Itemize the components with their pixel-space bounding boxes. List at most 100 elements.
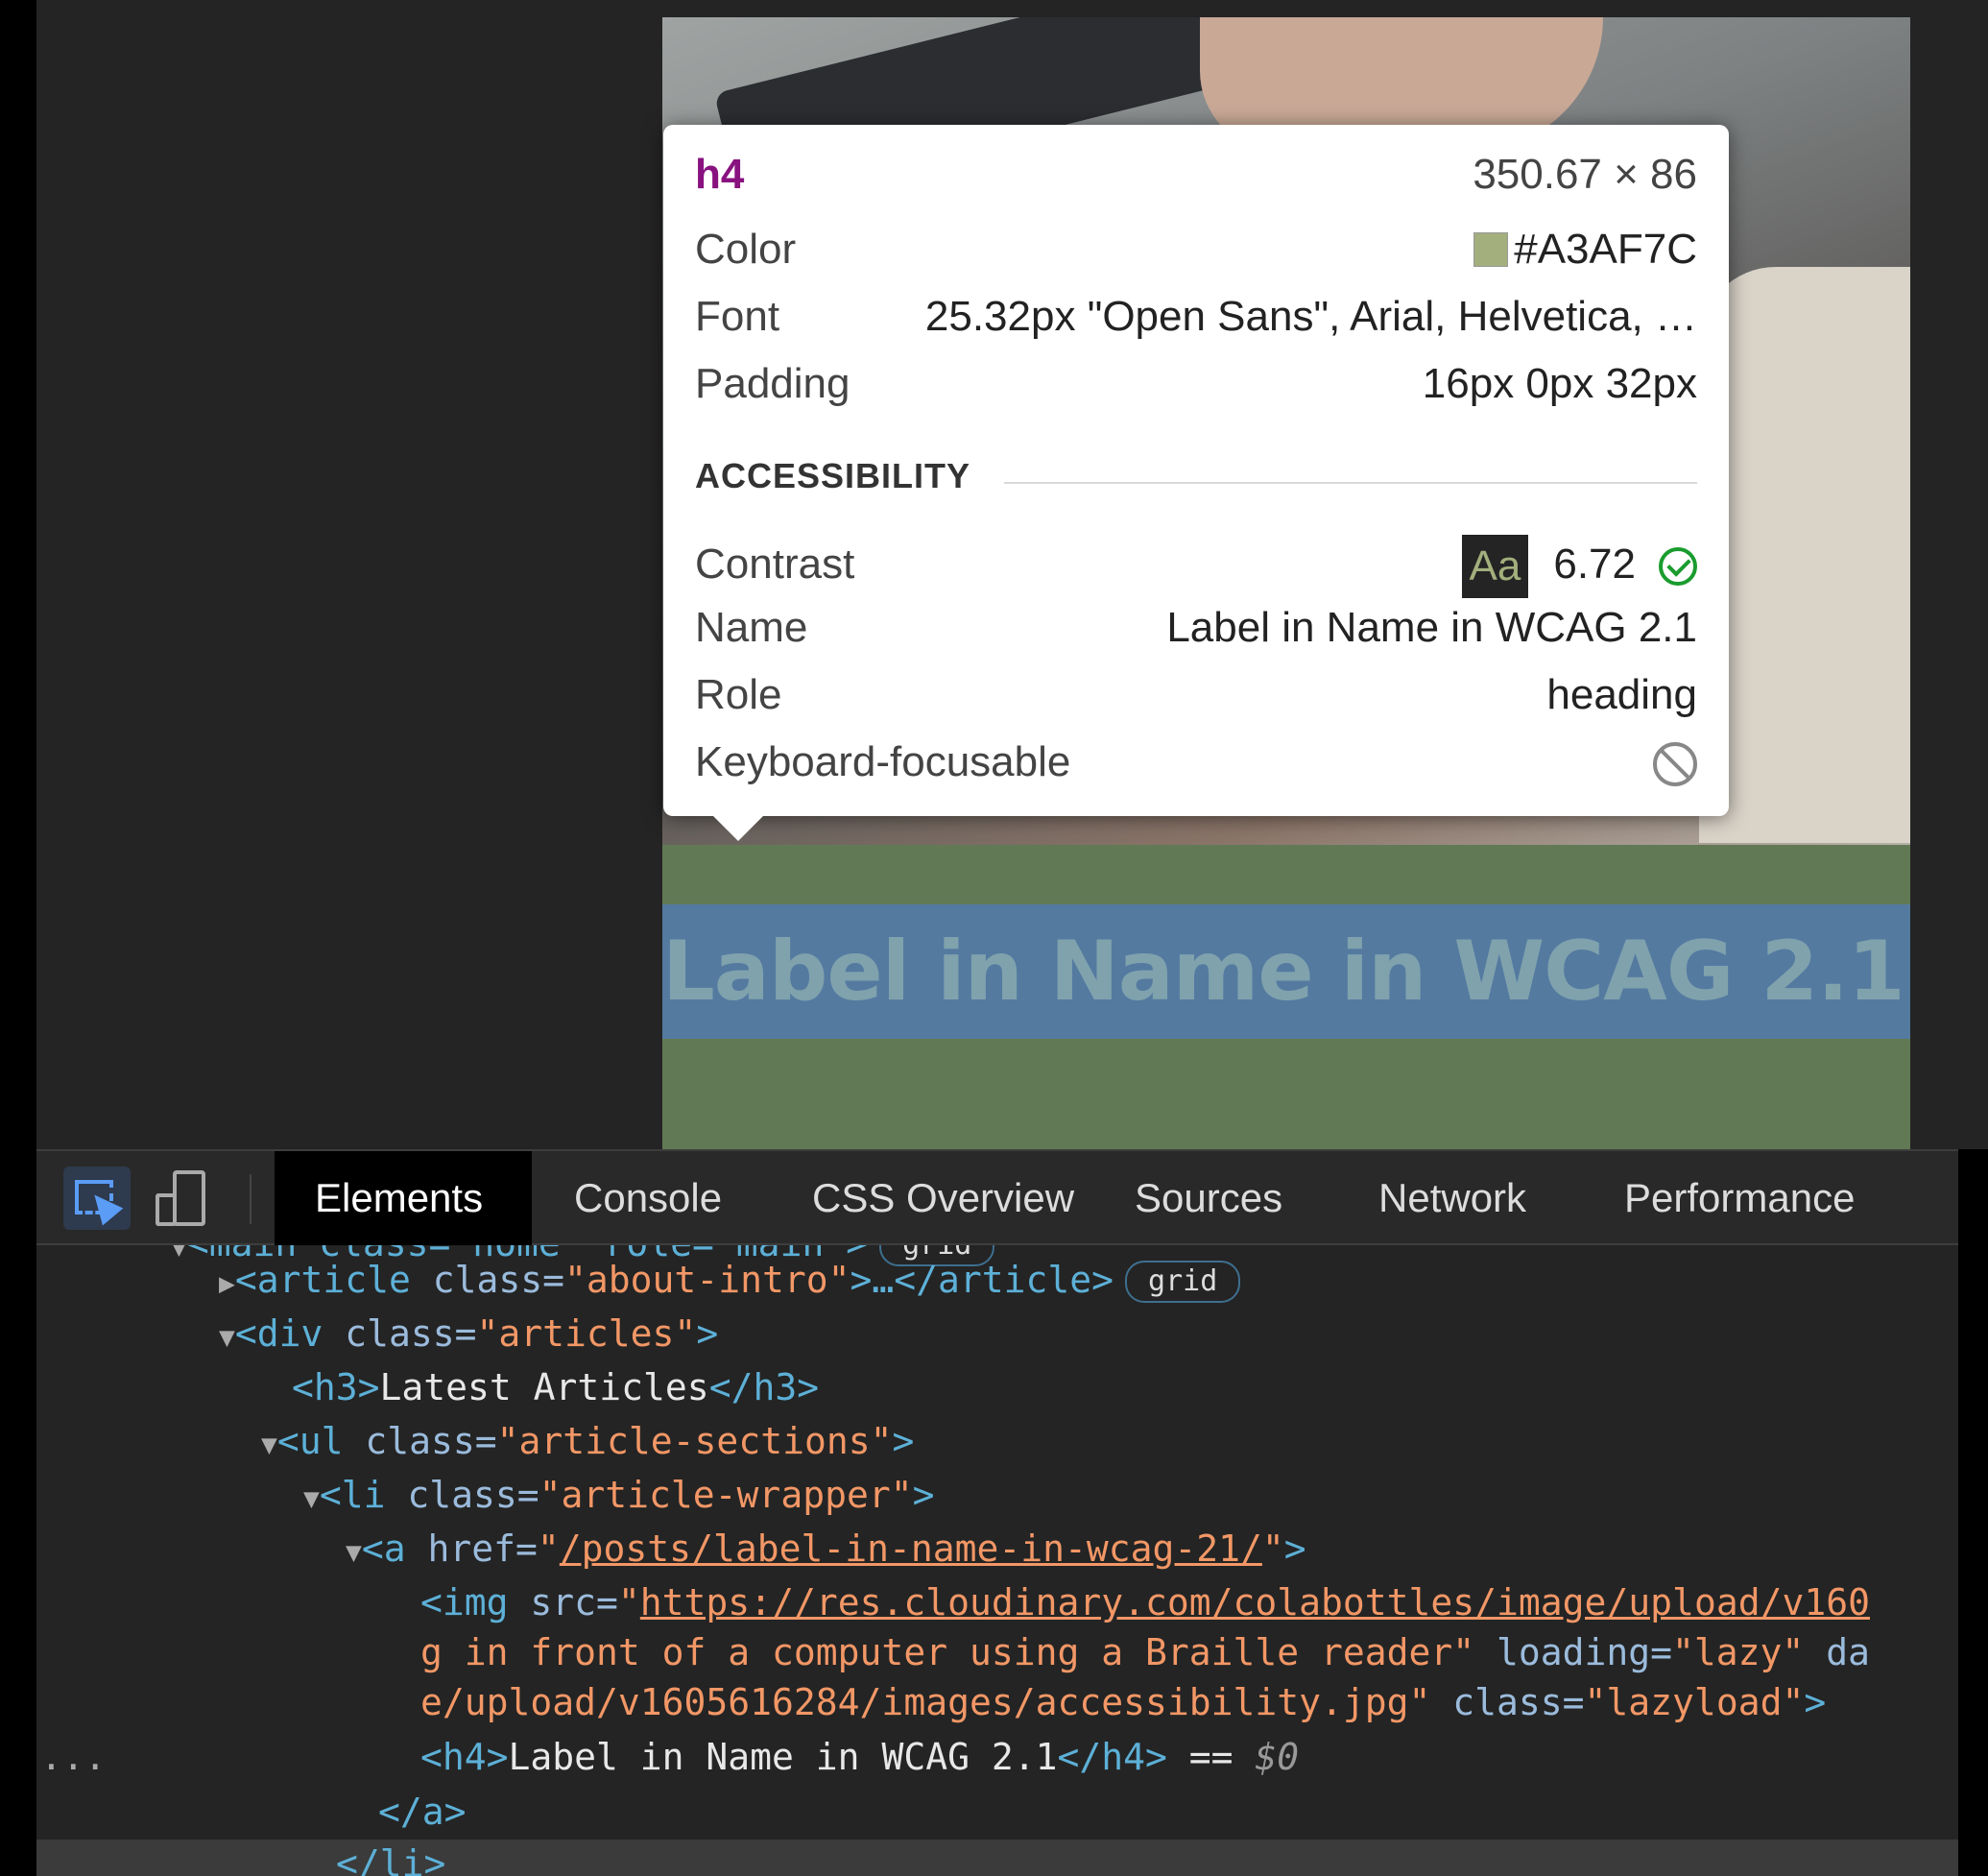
dom-link-href[interactable]: /posts/label-in-name-in-wcag-21/ (560, 1527, 1262, 1570)
dom-tag: >…</article> (850, 1259, 1114, 1301)
selected-row-highlight (36, 1840, 1958, 1876)
padding-value: 16px 0px 32px (1422, 360, 1697, 407)
collapse-triangle-icon[interactable]: ▼ (261, 1429, 277, 1460)
collapse-triangle-icon[interactable]: ▼ (219, 1321, 235, 1353)
tooltip-color-row: Color #A3AF7C (695, 221, 1697, 278)
row-ellipsis[interactable]: ... (40, 1730, 107, 1784)
dom-console-ref: $0 (1255, 1736, 1300, 1778)
tab-network[interactable]: Network (1336, 1151, 1569, 1245)
tab-elements[interactable]: Elements (275, 1151, 532, 1245)
devtools-toolbar: Elements Console CSS Overview Sources Ne… (36, 1149, 1958, 1245)
dom-node-article[interactable]: ▶<article class="about-intro">…</article… (219, 1253, 1241, 1307)
dom-tag: > (1804, 1681, 1827, 1723)
dom-attr-value: " (537, 1527, 560, 1570)
dom-attr: class= (343, 1420, 497, 1462)
dom-tag: <ul (276, 1420, 344, 1462)
tooltip-font-row: Font 25.32px "Open Sans", Arial, Helveti… (695, 288, 1697, 346)
check-circle-icon (1659, 547, 1697, 587)
dom-node-h4-selected[interactable]: <h4>Label in Name in WCAG 2.1</h4> == $0 (420, 1730, 1299, 1784)
dom-tag: <a (361, 1527, 406, 1570)
font-value: 25.32px "Open Sans", Arial, Helvetica, … (924, 293, 1697, 340)
tooltip-focusable-row: Keyboard-focusable (695, 734, 1697, 791)
name-label: Name (695, 604, 808, 651)
dom-tag: <h3> (292, 1366, 380, 1408)
dom-attr-value: g in front of a computer using a Braille… (420, 1631, 1475, 1673)
tooltip-name-row: Name Label in Name in WCAG 2.1 (695, 599, 1697, 657)
dom-tag: </h3> (708, 1366, 820, 1408)
color-label: Color (695, 226, 797, 273)
dom-node-img[interactable]: <img src="https://res.cloudinary.com/col… (420, 1575, 1870, 1629)
tooltip-size: 350.67 × 86 (1473, 151, 1697, 198)
dom-attr-value: "article-sections" (496, 1420, 893, 1462)
dom-node-a-close[interactable]: </a> (378, 1785, 467, 1839)
tooltip-contrast-row: Contrast Aa 6.72 (695, 531, 1697, 599)
tooltip-role-row: Role heading (695, 666, 1697, 724)
tab-sources[interactable]: Sources (1092, 1151, 1325, 1245)
dom-attr-value: "articles" (476, 1312, 697, 1355)
collapse-triangle-icon[interactable]: ▼ (346, 1536, 362, 1568)
dom-tree: ▼<main class="home" role="main">grid ▶<a… (36, 1245, 1958, 1876)
dom-attr: loading= (1474, 1631, 1673, 1673)
article-heading[interactable]: Label in Name in WCAG 2.1 (662, 904, 1905, 1039)
dom-tag: > (912, 1474, 935, 1516)
dom-tag: <article (234, 1259, 411, 1301)
dom-attr: da (1804, 1631, 1870, 1673)
tooltip-arrow (711, 814, 765, 841)
dom-attr-value: "lazyload" (1584, 1681, 1805, 1723)
dom-tag: </li> (336, 1842, 446, 1876)
dom-attr-value: e/upload/v1605616284/images/accessibilit… (420, 1681, 1431, 1723)
inspect-tooltip: h4 350.67 × 86 Color #A3AF7C Font 25.32p… (663, 125, 1729, 841)
dom-text: Latest Articles (379, 1366, 709, 1408)
expand-triangle-icon[interactable]: ▶ (219, 1267, 235, 1299)
dom-tag: </h4> (1057, 1736, 1167, 1778)
dom-node-ul[interactable]: ▼<ul class="article-sections"> (261, 1414, 914, 1468)
role-value: heading (1546, 671, 1697, 718)
font-label: Font (695, 293, 780, 340)
contrast-sample: Aa (1461, 535, 1529, 599)
tablet-icon (156, 1193, 177, 1226)
toolbar-separator (250, 1174, 251, 1224)
collapse-triangle-icon[interactable]: ▼ (303, 1482, 320, 1514)
dom-tag: <li (319, 1474, 386, 1516)
dom-node-h3[interactable]: <h3>Latest Articles</h3> (292, 1360, 819, 1414)
tab-console[interactable]: Console (532, 1151, 764, 1245)
not-allowed-icon (1653, 742, 1697, 787)
focusable-value (1653, 734, 1697, 791)
dom-tag: > (892, 1420, 915, 1462)
dom-tag: > (1283, 1527, 1306, 1570)
dom-attr-value: "lazy" (1672, 1631, 1805, 1673)
dom-attr: class= (385, 1474, 539, 1516)
dom-node-li-close[interactable]: </li> (336, 1837, 445, 1876)
tab-performance[interactable]: Performance (1582, 1151, 1897, 1245)
dom-attr: class= (323, 1312, 477, 1355)
dom-tag: > (696, 1312, 719, 1355)
accessibility-section-label: ACCESSIBILITY (695, 456, 971, 495)
dom-node-div-articles[interactable]: ▼<div class="articles"> (219, 1307, 718, 1360)
name-value: Label in Name in WCAG 2.1 (1166, 604, 1697, 651)
dom-node-img-cont1: g in front of a computer using a Braille… (420, 1625, 1870, 1679)
color-hex: #A3AF7C (1514, 226, 1697, 273)
dom-tag: <div (234, 1312, 323, 1355)
color-value: #A3AF7C (1473, 221, 1697, 278)
device-toolbar-button[interactable] (156, 1170, 209, 1228)
dom-link-src[interactable]: https://res.cloudinary.com/colabottles/i… (640, 1581, 1870, 1623)
expand-triangle-icon[interactable]: ▼ (171, 1245, 187, 1263)
dom-attr-value: " (1261, 1527, 1284, 1570)
dom-attr: src= (508, 1581, 618, 1623)
dom-node-a[interactable]: ▼<a href="/posts/label-in-name-in-wcag-2… (346, 1522, 1306, 1575)
tab-css-overview[interactable]: CSS Overview (770, 1151, 1116, 1245)
dom-eq: == (1166, 1736, 1256, 1778)
contrast-value-group: Aa 6.72 (1461, 531, 1697, 599)
grid-badge[interactable]: grid (1125, 1261, 1241, 1303)
inspect-element-button[interactable] (63, 1166, 131, 1230)
color-swatch (1473, 232, 1509, 267)
dom-text: Label in Name in WCAG 2.1 (508, 1736, 1058, 1778)
contrast-ratio: 6.72 (1553, 541, 1636, 588)
padding-label: Padding (695, 360, 850, 407)
dom-attr: class= (410, 1259, 565, 1301)
dom-node-img-cont2: e/upload/v1605616284/images/accessibilit… (420, 1675, 1826, 1729)
tooltip-padding-row: Padding 16px 0px 32px (695, 355, 1697, 413)
dom-tag: <img (420, 1581, 509, 1623)
dom-node-li[interactable]: ▼<li class="article-wrapper"> (303, 1468, 934, 1522)
dom-attr-value: "about-intro" (564, 1259, 850, 1301)
